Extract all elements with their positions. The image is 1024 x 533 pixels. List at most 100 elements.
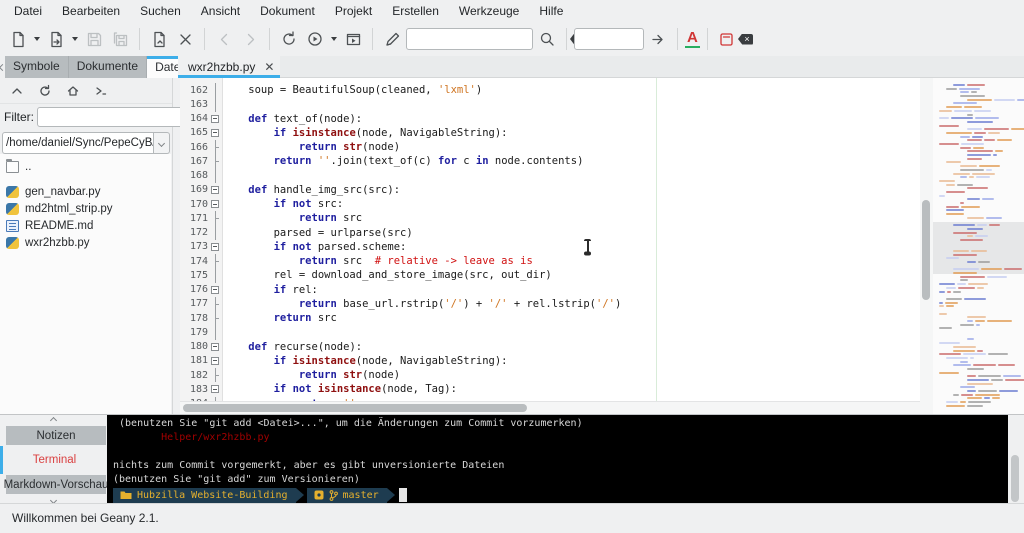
bottom-tab-markdown-vorschau[interactable]: Markdown-Vorschau: [4, 475, 108, 494]
goto-line-input[interactable]: [575, 29, 738, 49]
fold-margin[interactable]: [208, 197, 223, 211]
open-terminal-icon[interactable]: [92, 82, 110, 100]
fold-collapse-icon[interactable]: [211, 114, 219, 123]
fold-margin[interactable]: [208, 382, 223, 396]
new-file-icon[interactable]: [6, 27, 30, 51]
bottom-tab-terminal[interactable]: Terminal: [0, 446, 106, 474]
fold-collapse-icon[interactable]: [211, 200, 219, 208]
fold-margin[interactable]: [208, 368, 223, 383]
path-dropdown-icon[interactable]: [154, 132, 170, 154]
bottom-tab-notizen[interactable]: Notizen: [6, 426, 106, 445]
code-editor[interactable]: 162 soup = BeautifulSoup(cleaned, 'lxml'…: [180, 78, 920, 414]
search-entry[interactable]: [406, 28, 585, 50]
code-text: if isinstance(node, NavigableString):: [273, 354, 508, 367]
menu-dokument[interactable]: Dokument: [250, 1, 325, 21]
fold-margin[interactable]: [208, 112, 223, 126]
markdown-icon: [6, 219, 19, 232]
editor-tab-wxr2hzbb[interactable]: wxr2hzbb.py ✕: [178, 56, 281, 78]
compile-icon[interactable]: [277, 27, 301, 51]
folder-icon: [120, 491, 132, 500]
line-number: 181: [189, 355, 208, 367]
bottom-tabs-up-icon[interactable]: [0, 415, 106, 425]
execute-icon[interactable]: [303, 27, 327, 51]
code-text: return base_url.rstrip('/') + '/' + rel.…: [298, 297, 622, 310]
refresh-icon[interactable]: [36, 82, 54, 100]
file-browser-sidebar: Filter: /home/daniel/Sync/PepeCyB/F .. ge…: [0, 78, 231, 414]
file-name: md2html_strip.py: [25, 202, 113, 215]
editor-vscrollbar[interactable]: [920, 78, 933, 414]
menu-suchen[interactable]: Suchen: [130, 1, 191, 21]
forward-icon[interactable]: [238, 27, 262, 51]
fold-collapse-icon[interactable]: [211, 185, 219, 194]
revert-icon[interactable]: [147, 27, 171, 51]
fold-margin[interactable]: [208, 97, 223, 112]
fold-collapse-icon[interactable]: [211, 385, 219, 394]
open-file-icon[interactable]: [44, 27, 68, 51]
editor-hscrollbar[interactable]: [180, 401, 920, 414]
save-all-icon[interactable]: [108, 27, 132, 51]
menu-werkzeuge[interactable]: Werkzeuge: [449, 1, 529, 21]
open-file-dropdown-icon[interactable]: [70, 27, 80, 51]
new-file-dropdown-icon[interactable]: [32, 27, 42, 51]
fold-collapse-icon[interactable]: [211, 285, 219, 294]
code-text: rel = download_and_store_image(src, out_…: [223, 269, 552, 282]
fold-margin[interactable]: [208, 325, 223, 340]
code-line: 172 parsed = urlparse(src): [180, 225, 920, 240]
goto-line-entry[interactable]: [574, 28, 753, 50]
pencil-icon[interactable]: [380, 27, 404, 51]
fold-margin[interactable]: [208, 83, 223, 98]
menu-bearbeiten[interactable]: Bearbeiten: [52, 1, 130, 21]
save-icon[interactable]: [82, 27, 106, 51]
sidebar-tab-dokumente[interactable]: Dokumente: [68, 56, 148, 78]
terminal-line: (benutzen Sie "git add <Datei>...", um d…: [113, 418, 583, 429]
path-combo[interactable]: /home/daniel/Sync/PepeCyB/F: [2, 132, 154, 154]
fold-margin[interactable]: [208, 296, 223, 311]
fold-margin[interactable]: [208, 225, 223, 240]
fold-margin[interactable]: [208, 254, 223, 269]
fold-margin[interactable]: [208, 183, 223, 197]
home-icon[interactable]: [64, 82, 82, 100]
minimap[interactable]: [933, 78, 1024, 414]
fold-margin[interactable]: [208, 168, 223, 183]
fold-collapse-icon[interactable]: [211, 128, 219, 137]
fold-collapse-icon[interactable]: [211, 242, 219, 251]
fold-margin[interactable]: [208, 140, 223, 155]
back-icon[interactable]: [212, 27, 236, 51]
menu-datei[interactable]: Datei: [4, 1, 52, 21]
run-icon[interactable]: [341, 27, 365, 51]
execute-dropdown-icon[interactable]: [329, 27, 339, 51]
fold-margin[interactable]: [208, 268, 223, 283]
menu-ansicht[interactable]: Ansicht: [191, 1, 250, 21]
fold-margin[interactable]: [208, 240, 223, 254]
tab-close-icon[interactable]: ✕: [264, 61, 274, 73]
fold-collapse-icon[interactable]: [211, 356, 219, 365]
fold-margin[interactable]: [208, 126, 223, 140]
file-item[interactable]: gen_navbar.py: [0, 183, 171, 200]
file-item[interactable]: ..: [0, 157, 171, 177]
fold-margin[interactable]: [208, 154, 223, 169]
sidebar-tab-symbole[interactable]: Symbole: [5, 56, 69, 78]
menu-projekt[interactable]: Projekt: [325, 1, 382, 21]
close-document-icon[interactable]: [173, 27, 197, 51]
fold-margin[interactable]: [208, 211, 223, 226]
clear-goto-icon[interactable]: [738, 33, 753, 45]
file-item[interactable]: md2html_strip.py: [0, 200, 171, 217]
menu-erstellen[interactable]: Erstellen: [382, 1, 449, 21]
filter-row: Filter:: [0, 104, 231, 130]
fold-margin[interactable]: [208, 283, 223, 297]
file-item[interactable]: wxr2hzbb.py: [0, 234, 171, 251]
fold-collapse-icon[interactable]: [211, 342, 219, 351]
fold-margin[interactable]: [208, 311, 223, 326]
terminal[interactable]: (benutzen Sie "git add <Datei>...", um d…: [107, 415, 1008, 503]
parent-dir-icon[interactable]: [8, 82, 26, 100]
fold-margin[interactable]: [208, 340, 223, 354]
folder-icon: [6, 159, 19, 173]
search-input[interactable]: [407, 29, 570, 49]
filter-input[interactable]: [38, 108, 201, 126]
terminal-scrollbar[interactable]: [1010, 415, 1020, 503]
fold-margin[interactable]: [208, 354, 223, 368]
file-item[interactable]: README.md: [0, 217, 171, 234]
code-text: return src: [298, 212, 363, 225]
menu-hilfe[interactable]: Hilfe: [529, 1, 573, 21]
code-line: 181 if isinstance(node, NavigableString)…: [180, 354, 920, 368]
